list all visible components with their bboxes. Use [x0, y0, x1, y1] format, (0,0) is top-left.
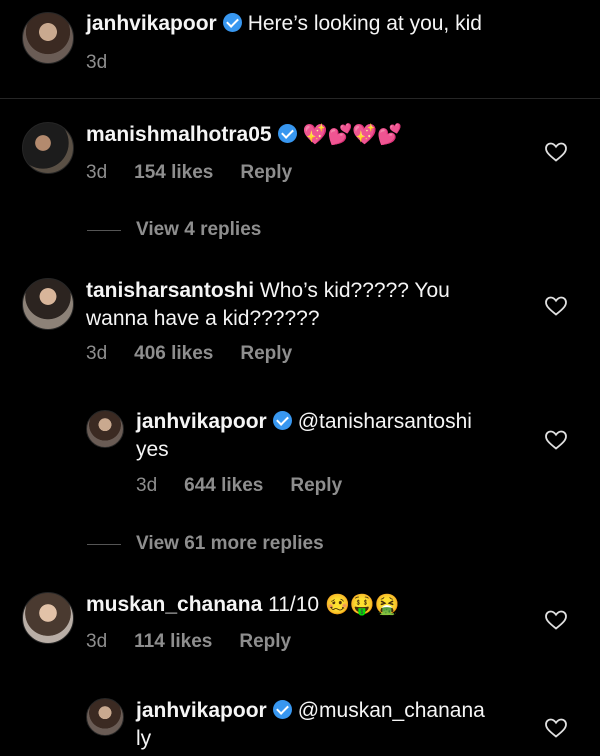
comment-text-continued: wanna have a kid?????? [86, 307, 320, 330]
avatar[interactable] [86, 410, 124, 448]
comment-time: 3d [86, 162, 108, 183]
divider [0, 98, 600, 99]
comment-time: 3d [86, 343, 108, 364]
reply-username[interactable]: janhvikapoor [136, 410, 267, 433]
heart-outline-icon[interactable] [544, 608, 568, 632]
comment-meta: 3d 154 likes Reply [86, 162, 319, 184]
comment-meta: 3d 406 likes Reply [86, 343, 319, 365]
heart-outline-icon[interactable] [544, 716, 568, 740]
comment-meta: 3d 114 likes Reply [86, 631, 318, 653]
reply-username[interactable]: janhvikapoor [136, 699, 267, 722]
comment-text: 💖💕💖💕 [302, 122, 403, 146]
heart-outline-icon[interactable] [544, 140, 568, 164]
avatar[interactable] [22, 592, 74, 644]
avatar[interactable] [22, 12, 74, 64]
likes-count[interactable]: 406 likes [134, 343, 213, 364]
comment-text: Who’s kid????? You [259, 279, 450, 302]
heart-outline-icon[interactable] [544, 428, 568, 452]
view-replies-button[interactable]: View 4 replies [136, 219, 261, 241]
comment-username[interactable]: manishmalhotra05 [86, 123, 272, 146]
comment-body: muskan_chanana 11/10 🥴🤑🤮 [86, 590, 400, 619]
caption-time: 3d [86, 52, 108, 73]
reply-body: janhvikapoor @muskan_chanana ly [136, 697, 536, 753]
verified-badge-icon [277, 124, 297, 143]
avatar[interactable] [22, 278, 74, 330]
view-replies-line [87, 230, 121, 231]
reply-button[interactable]: Reply [290, 475, 342, 496]
reply-time: 3d [136, 475, 158, 496]
comment-emojis: 🥴🤑🤮 [324, 592, 400, 616]
likes-count[interactable]: 154 likes [134, 162, 213, 183]
reply-meta: 3d 644 likes Reply [136, 475, 369, 497]
avatar[interactable] [22, 122, 74, 174]
reply-button[interactable]: Reply [240, 343, 292, 364]
caption-text: Here’s looking at you, kid [247, 12, 482, 35]
reply-button[interactable]: Reply [240, 162, 292, 183]
comment-username[interactable]: muskan_chanana [86, 593, 262, 616]
comment-text: 11/10 [268, 593, 320, 616]
verified-badge-icon [272, 700, 292, 719]
comment-time: 3d [86, 631, 108, 652]
avatar[interactable] [86, 698, 124, 736]
likes-count[interactable]: 114 likes [134, 631, 212, 652]
reply-text: ly [136, 727, 152, 750]
reply-mention[interactable]: @tanisharsantoshi [298, 410, 472, 433]
comment-body: tanisharsantoshi Who’s kid????? You wann… [86, 277, 526, 333]
comment-body: manishmalhotra05 💖💕💖💕 [86, 120, 402, 149]
caption-username[interactable]: janhvikapoor [86, 12, 217, 35]
likes-count[interactable]: 644 likes [184, 475, 263, 496]
view-more-replies-button[interactable]: View 61 more replies [136, 533, 324, 555]
verified-badge-icon [222, 13, 242, 32]
heart-outline-icon[interactable] [544, 294, 568, 318]
caption: janhvikapoor Here’s looking at you, kid [86, 10, 482, 38]
verified-badge-icon [272, 411, 292, 430]
view-replies-line [87, 544, 121, 545]
comment-username[interactable]: tanisharsantoshi [86, 279, 254, 302]
reply-text: yes [136, 438, 169, 461]
reply-button[interactable]: Reply [239, 631, 291, 652]
reply-mention[interactable]: @muskan_chanana [298, 699, 485, 722]
reply-body: janhvikapoor @tanisharsantoshi yes [136, 408, 536, 464]
